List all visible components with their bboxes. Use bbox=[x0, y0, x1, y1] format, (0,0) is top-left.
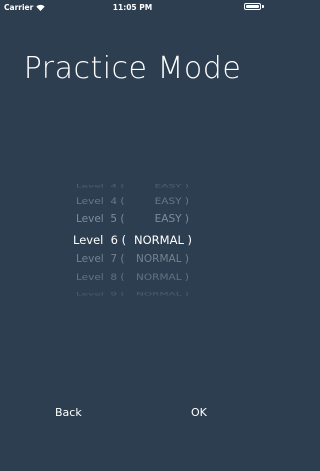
picker-row-selected[interactable]: Level 6 ( NORMAL ) bbox=[0, 233, 265, 249]
picker-difficulty-label: EASY ) bbox=[154, 183, 189, 189]
battery-icon bbox=[244, 3, 261, 10]
picker-row[interactable]: Level 8 ( NORMAL ) bbox=[0, 273, 265, 286]
picker-level-label: Level 5 ( bbox=[76, 213, 125, 225]
picker-level-label: Level 4 ( bbox=[76, 183, 125, 189]
picker-level-label: Level 6 ( bbox=[73, 233, 127, 247]
picker-row[interactable]: Level 5 ( EASY ) bbox=[0, 213, 265, 229]
picker-level-label: Level 7 ( bbox=[76, 253, 125, 265]
picker-row[interactable]: Level 9 ( NORMAL ) bbox=[0, 291, 265, 298]
picker-difficulty-label: EASY ) bbox=[154, 213, 189, 225]
picker-difficulty-label: NORMAL ) bbox=[136, 272, 189, 283]
picker-difficulty-label: EASY ) bbox=[154, 196, 189, 207]
picker-difficulty-label: NORMAL ) bbox=[134, 233, 192, 247]
status-time: 11:05 PM bbox=[112, 3, 153, 12]
picker-level-label: Level 9 ( bbox=[76, 291, 125, 297]
picker-level-label: Level 8 ( bbox=[76, 272, 125, 283]
picker-level-label: Level 4 ( bbox=[76, 196, 125, 207]
battery-tip bbox=[262, 5, 264, 8]
picker-row[interactable]: Level 7 ( NORMAL ) bbox=[0, 253, 265, 269]
picker-row[interactable]: Level 4 ( EASY ) bbox=[0, 197, 265, 210]
picker-row[interactable]: Level 4 ( EASY ) bbox=[0, 183, 265, 190]
level-picker[interactable]: Level 4 ( EASY ) Level 4 ( EASY ) Level … bbox=[0, 183, 265, 299]
ok-button[interactable]: OK bbox=[191, 406, 207, 419]
back-button[interactable]: Back bbox=[55, 406, 82, 419]
status-bar: Carrier 11:05 PM bbox=[0, 0, 265, 14]
battery-fill bbox=[246, 5, 259, 8]
picker-difficulty-label: NORMAL ) bbox=[136, 291, 189, 297]
page-title: Practice Mode bbox=[23, 51, 242, 86]
picker-difficulty-label: NORMAL ) bbox=[136, 253, 189, 265]
